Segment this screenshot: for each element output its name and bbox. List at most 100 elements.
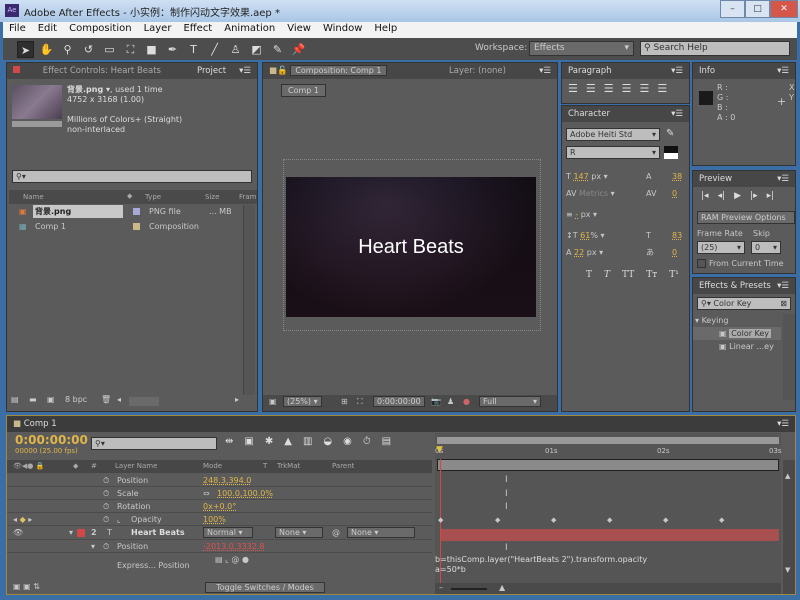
graph-editor-icon[interactable]: ▤ <box>382 436 391 447</box>
comp-mini-flowchart-icon[interactable]: ⇹ <box>225 436 233 447</box>
current-time[interactable]: 0:00:00:00 <box>15 433 88 447</box>
zoom-out-icon[interactable]: – <box>439 583 443 592</box>
time-graph[interactable]: 0s 01s 02s 03s ▼ I I I ◆ ◆ ◆ ◆ ◆ ◆ I b=t… <box>435 433 782 594</box>
zoom-tool-icon[interactable]: ⚲ <box>59 41 76 58</box>
from-current-time-checkbox[interactable] <box>697 259 706 268</box>
show-snapshot-icon[interactable]: ♟ <box>447 397 454 406</box>
align-right-icon[interactable]: ☰ <box>604 82 614 95</box>
selection-tool-icon[interactable]: ➤ <box>17 40 34 58</box>
fill-color-swatch[interactable] <box>664 146 678 153</box>
pan-behind-tool-icon[interactable]: ⛶ <box>122 41 139 58</box>
menu-view[interactable]: View <box>281 22 317 38</box>
keyframe-ibeam[interactable]: I <box>505 502 508 512</box>
align-left-icon[interactable]: ☰ <box>568 82 578 95</box>
interpret-footage-icon[interactable]: ▤ <box>11 395 19 404</box>
property-row[interactable]: ◂ ◆ ▸ ⏱ ⌞ Opacity 100% <box>7 513 432 526</box>
effect-item[interactable]: ▣ Color Key <box>693 327 781 340</box>
faux-italic-button[interactable]: T <box>604 267 610 284</box>
timeline-search-input[interactable]: ⚲▾ <box>91 437 217 450</box>
comp-viewer[interactable]: Heart Beats <box>286 177 536 317</box>
font-family-select[interactable]: Adobe Heiti Std ▾ <box>566 128 660 141</box>
column-trkmat[interactable]: TrkMat <box>277 462 300 470</box>
justify-center-icon[interactable]: ☰ <box>640 82 650 95</box>
baseline-shift-value[interactable]: 22 <box>574 248 584 257</box>
vertical-scale-value[interactable]: 61 <box>580 231 590 240</box>
parent-select[interactable]: None ▾ <box>347 527 415 538</box>
live-update-icon[interactable]: ▣ <box>244 436 253 447</box>
previous-frame-icon[interactable]: ◂| <box>718 191 726 201</box>
property-value[interactable]: -2013.0,3332.8 <box>203 540 264 553</box>
transparency-grid-icon[interactable]: ⛶ <box>357 397 363 407</box>
menu-animation[interactable]: Animation <box>218 22 281 38</box>
clear-search-icon[interactable]: ⊠ <box>780 299 787 308</box>
column-mode[interactable]: Mode <box>203 462 222 470</box>
scroll-down-icon[interactable]: ▼ <box>785 566 790 574</box>
puppet-pin-tool-icon[interactable]: 📌 <box>290 41 307 58</box>
keyframe-ibeam[interactable]: I <box>505 489 508 499</box>
new-comp-icon[interactable]: ▣ <box>47 395 55 404</box>
info-title[interactable]: Info <box>699 66 715 76</box>
eyedropper-icon[interactable]: ✎ <box>666 128 674 139</box>
asset-name[interactable]: 背景.png ▾ <box>67 85 110 94</box>
panel-menu-icon[interactable]: ▾☰ <box>777 419 789 429</box>
trkmat-select[interactable]: None ▾ <box>275 527 323 538</box>
timeline-scrollbar[interactable]: ▲ ▼ <box>783 460 795 594</box>
skip-select[interactable]: 0 ▾ <box>751 241 781 254</box>
leading-value[interactable]: 38 <box>672 168 682 185</box>
menu-edit[interactable]: Edit <box>32 22 63 38</box>
rectangle-tool-icon[interactable]: ■ <box>143 41 160 58</box>
column-size[interactable]: Size <box>205 193 219 201</box>
layer-label-color[interactable] <box>77 529 85 537</box>
all-caps-button[interactable]: TT <box>622 267 634 284</box>
auto-keyframe-icon[interactable]: ⏱ <box>363 436 371 447</box>
eye-icon[interactable]: 👁 <box>13 526 23 539</box>
property-row[interactable]: ⏱ Rotation 0x+0.0° <box>7 500 432 513</box>
project-item[interactable]: ▦ Comp 1 Composition <box>9 220 245 233</box>
workspace-select[interactable]: Effects ▾ <box>529 41 634 56</box>
project-item[interactable]: ▣ 背景.png PNG file ... MB <box>9 205 245 218</box>
keyframe-icon[interactable]: ◆ <box>663 516 668 524</box>
frame-blending-icon[interactable]: ▥ <box>303 436 312 447</box>
layer-duration-bar[interactable] <box>437 459 779 471</box>
tab-composition[interactable]: Composition: Comp 1 <box>290 65 387 76</box>
panel-menu-icon[interactable]: ▾☰ <box>539 66 551 76</box>
layer-bar[interactable] <box>441 529 779 541</box>
mode-select[interactable]: Normal ▾ <box>203 527 253 538</box>
column-frame[interactable]: Fram <box>239 193 257 201</box>
paragraph-title[interactable]: Paragraph <box>568 66 612 76</box>
font-size-value[interactable]: 147 <box>573 172 588 181</box>
hand-tool-icon[interactable]: ✋ <box>38 41 55 58</box>
resolution-select[interactable]: Full ▾ <box>479 396 541 407</box>
current-time-indicator-icon[interactable]: ▼ <box>436 445 443 455</box>
property-row[interactable]: ⏱ Scale ⇔ 100.0,100.0% <box>7 487 432 500</box>
scroll-left-icon[interactable]: ◂ <box>117 395 121 404</box>
font-style-select[interactable]: R ▾ <box>566 146 660 159</box>
always-preview-icon[interactable]: ▣ <box>269 397 277 406</box>
stopwatch-icon[interactable]: ⏱ <box>103 487 109 500</box>
last-frame-icon[interactable]: ▸| <box>767 191 775 201</box>
motion-blur-icon[interactable]: ◒ <box>323 436 332 447</box>
minimize-button[interactable]: – <box>720 0 745 18</box>
effects-search-input[interactable]: ⚲▾ Color Key ⊠ <box>697 297 791 310</box>
tracking-value[interactable]: 0 <box>672 185 677 202</box>
stopwatch-icon[interactable]: ⏱ <box>103 513 109 526</box>
panel-menu-icon[interactable]: ▾☰ <box>777 281 789 291</box>
column-parent[interactable]: Parent <box>332 462 354 470</box>
frame-rate-select[interactable]: (25) ▾ <box>697 241 745 254</box>
close-button[interactable]: ✕ <box>770 0 798 18</box>
stopwatch-icon[interactable]: ⏱ <box>103 500 109 513</box>
align-center-icon[interactable]: ☰ <box>586 82 596 95</box>
keyframe-icon[interactable]: ◆ <box>719 516 724 524</box>
justify-all-icon[interactable]: ☰ <box>657 82 667 95</box>
stopwatch-icon[interactable]: ⏱ <box>103 474 109 487</box>
search-help-input[interactable]: ⚲ Search Help <box>640 41 790 56</box>
menu-layer[interactable]: Layer <box>138 22 178 38</box>
zoom-select[interactable]: (25%) ▾ <box>283 396 322 407</box>
property-value[interactable]: 248.3,394.0 <box>203 474 251 487</box>
menu-file[interactable]: File <box>3 22 32 38</box>
channel-icon[interactable]: ● <box>463 397 470 406</box>
constrain-proportions-icon[interactable]: ⇔ <box>203 487 210 500</box>
zoom-slider[interactable] <box>451 588 487 590</box>
lock-icon[interactable]: 🔓 <box>277 66 288 76</box>
menu-effect[interactable]: Effect <box>177 22 218 38</box>
